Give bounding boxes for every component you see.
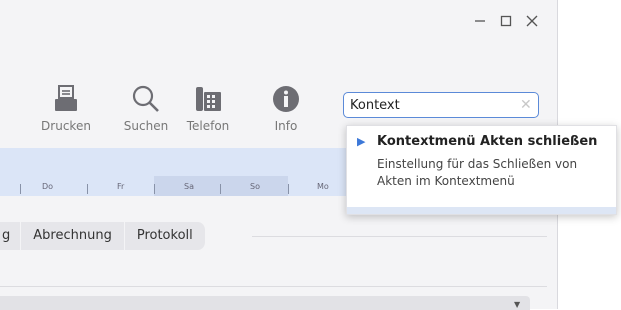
toolbar-print-label: Drucken: [41, 119, 91, 133]
calendar-tick: [154, 184, 155, 194]
toolbar-info-button[interactable]: Info: [256, 82, 316, 133]
calendar-day: Do: [42, 182, 54, 191]
suggestion-title: Kontextmenü Akten schließen: [377, 134, 598, 149]
calendar-tick: [288, 184, 289, 194]
content-divider: [0, 286, 547, 287]
toolbar-search-button[interactable]: Suchen: [116, 82, 176, 133]
suggestion-description: Einstellung für das Schließen von Akten …: [377, 157, 578, 188]
maximize-icon[interactable]: [493, 8, 519, 34]
bottom-select[interactable]: [0, 296, 530, 310]
suggestion-item[interactable]: ▶ Kontextmenü Akten schließen Einstellun…: [357, 134, 612, 190]
dropdown-footer: [347, 207, 616, 214]
tab-divider: [252, 236, 547, 237]
toolbar-telephone-label: Telefon: [186, 119, 230, 133]
search-field[interactable]: ✕: [343, 92, 539, 118]
tab-abrechnung[interactable]: Abrechnung: [21, 222, 125, 250]
calendar-tick: [87, 184, 88, 194]
info-icon: [256, 82, 316, 116]
toolbar-search-label: Suchen: [123, 119, 169, 133]
calendar-tick: [20, 184, 21, 194]
toolbar-telephone-button[interactable]: Telefon: [178, 82, 238, 133]
toolbar-info-label: Info: [274, 119, 298, 133]
search-icon: [116, 82, 176, 116]
minimize-icon[interactable]: [467, 8, 493, 34]
close-icon[interactable]: [519, 8, 545, 34]
telephone-icon: [178, 82, 238, 116]
tab-bar: g Abrechnung Protokoll: [0, 222, 206, 250]
calendar-day: Mo: [317, 182, 329, 191]
calendar-tick: [220, 184, 221, 194]
clear-icon[interactable]: ✕: [520, 97, 532, 113]
weekend-highlight: [154, 176, 288, 196]
calendar-day: Sa: [184, 182, 194, 191]
tab-protokoll[interactable]: Protokoll: [124, 222, 206, 250]
calendar-day: Fr: [117, 182, 125, 191]
printer-icon: [36, 82, 96, 116]
toolbar-print-button[interactable]: Drucken: [36, 82, 96, 133]
tab-partial[interactable]: g: [0, 222, 22, 250]
search-suggestion-dropdown: ▶ Kontextmenü Akten schließen Einstellun…: [346, 125, 617, 215]
search-input[interactable]: [350, 97, 520, 113]
triangle-right-icon: ▶: [357, 135, 366, 148]
calendar-day: So: [250, 182, 260, 191]
window-controls: [467, 8, 545, 34]
chevron-down-icon[interactable]: ▼: [514, 300, 520, 309]
